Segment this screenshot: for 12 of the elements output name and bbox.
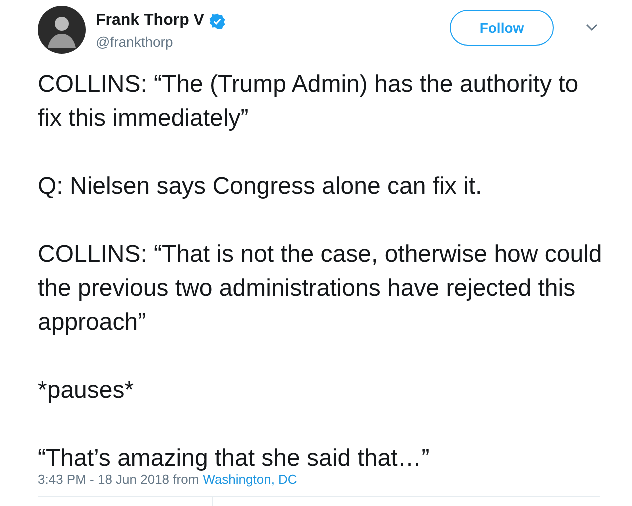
tweet-paragraph: Q: Nielsen says Congress alone can fix it. <box>38 172 484 202</box>
author-name[interactable]: Frank Thorp V <box>96 12 204 30</box>
tweet-paragraph: *pauses* <box>38 376 136 406</box>
tweet-paragraph: “That’s amazing that she said that…” <box>38 446 431 472</box>
follow-button[interactable]: Follow <box>450 10 554 46</box>
location-link[interactable]: Washington, DC <box>203 472 298 487</box>
avatar[interactable] <box>38 6 86 54</box>
chevron-icon[interactable] <box>586 24 598 32</box>
tweet-paragraph: COLLINS: “That is not the case, otherwise how could the previous two administrations have rejected this approach” <box>38 240 603 338</box>
tweet-paragraph: COLLINS: “The (Trump Admin) has the authority to fix this immediately” <box>38 70 580 134</box>
author-handle[interactable]: @frankthorp <box>96 34 440 50</box>
tweet-timestamp: 3:43 PM - 18 Jun 2018 from <box>38 472 200 487</box>
